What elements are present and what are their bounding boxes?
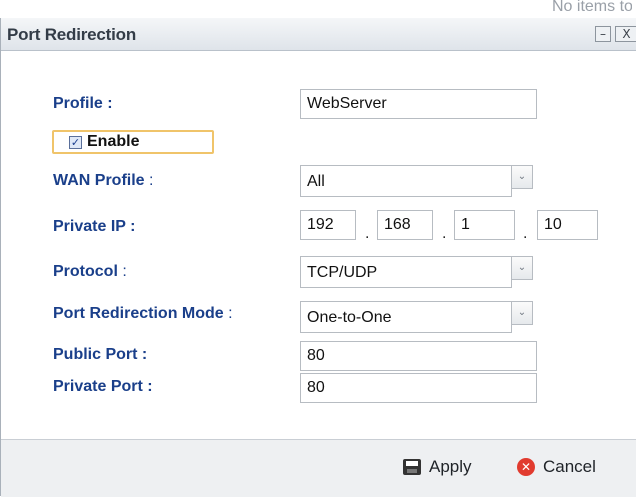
ip-separator: . xyxy=(523,225,528,242)
ip-separator: . xyxy=(365,225,370,242)
private-ip-octet-1[interactable] xyxy=(300,210,356,240)
wan-profile-select[interactable]: All ⌄ xyxy=(300,165,533,197)
cancel-button-label: Cancel xyxy=(543,457,596,476)
wan-profile-label-suffix: : xyxy=(144,172,154,189)
minimize-button[interactable]: – xyxy=(595,26,611,42)
port-redirection-mode-value: One-to-One xyxy=(307,309,392,326)
wan-profile-label: WAN Profile : xyxy=(53,172,153,190)
apply-button-label: Apply xyxy=(429,457,472,476)
dialog-footer: Apply ✕ Cancel xyxy=(1,439,636,497)
private-ip-octet-4[interactable] xyxy=(537,210,598,240)
port-redirection-mode-label-suffix: : xyxy=(223,305,233,322)
port-redirection-dialog: Port Redirection – X Profile : ✓ Enable … xyxy=(0,18,636,497)
protocol-label-text: Protocol xyxy=(53,263,118,280)
profile-label: Profile : xyxy=(53,95,113,112)
private-port-label: Private Port : xyxy=(53,378,153,395)
private-ip-octet-2[interactable] xyxy=(377,210,433,240)
ip-separator: . xyxy=(442,225,447,242)
chevron-down-icon[interactable]: ⌄ xyxy=(511,165,533,189)
wan-profile-value: All xyxy=(307,173,325,190)
enable-label: Enable xyxy=(87,133,140,150)
protocol-label-suffix: : xyxy=(117,263,127,280)
profile-name-input[interactable] xyxy=(300,89,537,119)
background-list-empty-text: No items to show xyxy=(552,0,632,14)
port-redirection-mode-select[interactable]: One-to-One ⌄ xyxy=(300,301,533,333)
chevron-down-icon[interactable]: ⌄ xyxy=(511,301,533,325)
dialog-title: Port Redirection xyxy=(7,25,137,44)
save-icon xyxy=(403,459,421,475)
public-port-input[interactable] xyxy=(300,341,537,371)
chevron-down-icon[interactable]: ⌄ xyxy=(511,256,533,280)
port-redirection-mode-label: Port Redirection Mode : xyxy=(53,305,233,323)
protocol-label: Protocol : xyxy=(53,263,127,281)
port-redirection-mode-label-text: Port Redirection Mode xyxy=(53,305,224,322)
enable-checkbox[interactable]: ✓ xyxy=(69,136,82,149)
wan-profile-label-text: WAN Profile xyxy=(53,172,145,189)
protocol-value: TCP/UDP xyxy=(307,264,378,281)
cancel-icon: ✕ xyxy=(517,458,535,476)
private-port-input[interactable] xyxy=(300,373,537,403)
dialog-titlebar[interactable]: Port Redirection – X xyxy=(1,18,636,51)
private-ip-octet-3[interactable] xyxy=(454,210,515,240)
apply-button[interactable]: Apply xyxy=(403,456,472,478)
public-port-label: Public Port : xyxy=(53,346,148,363)
protocol-select[interactable]: TCP/UDP ⌄ xyxy=(300,256,533,288)
cancel-button[interactable]: ✕ Cancel xyxy=(517,456,596,478)
close-button[interactable]: X xyxy=(615,26,636,42)
private-ip-label: Private IP : xyxy=(53,218,136,235)
enable-checkbox-row[interactable]: ✓ Enable xyxy=(52,130,214,154)
